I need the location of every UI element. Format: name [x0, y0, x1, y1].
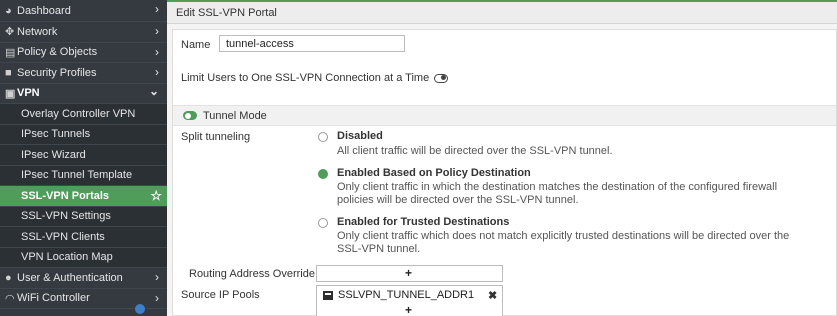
option-trusted-destinations-title: Enabled for Trusted Destinations	[337, 216, 510, 228]
source-ip-pools-field[interactable]: SSLVPN_TUNNEL_ADDR1 ✖ +	[316, 285, 503, 316]
sidebar-item-vpn-location-map[interactable]: VPN Location Map	[0, 247, 167, 268]
sidebar-item-label: Security Profiles	[17, 66, 97, 79]
sidebar-item-ipsec-tunnels[interactable]: IPsec Tunnels	[0, 124, 167, 145]
source-pool-entry: SSLVPN_TUNNEL_ADDR1	[323, 289, 474, 301]
radio-policy-destination[interactable]	[318, 169, 328, 179]
limit-users-row: Limit Users to One SSL-VPN Connection at…	[181, 72, 449, 84]
network-icon: ✥	[5, 26, 15, 39]
routing-address-override-field[interactable]: +	[316, 265, 503, 282]
chevron-right-icon: ›	[155, 2, 159, 16]
sidebar-item-label: VPN	[17, 87, 40, 100]
sidebar-item-ipsec-tunnel-template[interactable]: IPsec Tunnel Template	[0, 165, 167, 186]
split-tunneling-label: Split tunneling	[181, 131, 251, 143]
sidebar-item-label: SSL-VPN Portals	[21, 189, 110, 202]
sidebar-item-label: Dashboard	[17, 4, 71, 17]
option-trusted-destinations-desc: Only client traffic which does not match…	[337, 230, 790, 255]
sidebar-item-label: WiFi Controller	[17, 292, 90, 305]
user-icon: ●	[5, 271, 12, 284]
sidebar-item-ipsec-wizard[interactable]: IPsec Wizard	[0, 145, 167, 166]
option-disabled-desc: All client traffic will be directed over…	[337, 145, 613, 157]
tunnel-mode-toggle[interactable]	[183, 111, 197, 120]
wifi-icon: ◠	[5, 292, 15, 305]
vpn-icon: ▣	[5, 87, 16, 100]
chevron-right-icon: ›	[155, 290, 159, 305]
policy-icon: ▤	[5, 46, 16, 59]
name-label: Name	[181, 39, 211, 51]
sidebar-item-ssl-vpn-settings[interactable]: SSL-VPN Settings	[0, 206, 167, 227]
edit-portal-form: Name Limit Users to One SSL-VPN Connecti…	[172, 29, 837, 316]
chevron-right-icon: ›	[155, 44, 159, 59]
add-icon[interactable]: +	[405, 303, 412, 316]
sidebar-item-label: Overlay Controller VPN	[21, 107, 136, 120]
sidebar-item-label: Network	[17, 25, 58, 38]
sidebar-item-label: IPsec Tunnel Template	[21, 169, 133, 182]
sidebar-item-label: SSL-VPN Settings	[21, 210, 111, 223]
main-content: Edit SSL-VPN Portal Name Limit Users to …	[167, 0, 837, 316]
sidebar-item-user-authentication[interactable]: ● User & Authentication ›	[0, 268, 167, 289]
sidebar-item-security-profiles[interactable]: ■ Security Profiles ›	[0, 63, 167, 84]
dashboard-icon: ◕	[5, 4, 12, 17]
sidebar-item-ssl-vpn-portals[interactable]: SSL-VPN Portals ☆	[0, 186, 167, 207]
option-policy-destination-desc: Only client traffic in which the destina…	[337, 181, 778, 206]
sidebar-item-network[interactable]: ✥ Network ›	[0, 22, 167, 43]
sidebar-item-label: VPN Location Map	[21, 251, 113, 264]
tunnel-mode-section: Tunnel Mode	[173, 105, 836, 126]
chevron-right-icon: ›	[155, 24, 159, 38]
sidebar-item-label: Policy & Objects	[17, 46, 98, 59]
star-icon[interactable]: ☆	[150, 188, 162, 204]
limit-users-label: Limit Users to One SSL-VPN Connection at…	[181, 72, 430, 84]
notification-badge	[135, 303, 145, 314]
name-input[interactable]	[219, 35, 405, 52]
remove-icon[interactable]: ✖	[488, 289, 497, 302]
radio-trusted-destinations[interactable]	[318, 218, 328, 228]
sidebar-item-label: IPsec Tunnels	[21, 128, 91, 141]
lock-icon: ■	[5, 66, 12, 79]
address-object-icon	[323, 290, 333, 300]
option-disabled-title: Disabled	[337, 130, 383, 142]
sidebar-item-ssl-vpn-clients[interactable]: SSL-VPN Clients	[0, 227, 167, 248]
add-icon[interactable]: +	[405, 266, 412, 280]
page-title: Edit SSL-VPN Portal	[167, 0, 837, 24]
routing-address-override-label: Routing Address Override	[189, 268, 315, 280]
sidebar-item-vpn[interactable]: ▣ VPN ⌄	[0, 83, 167, 104]
chevron-down-icon: ⌄	[148, 83, 159, 98]
sidebar-item-overlay-controller-vpn[interactable]: Overlay Controller VPN	[0, 104, 167, 125]
sidebar-item-label: IPsec Wizard	[21, 148, 86, 161]
chevron-right-icon: ›	[155, 270, 159, 284]
sidebar-item-policy-objects[interactable]: ▤ Policy & Objects ›	[0, 43, 167, 63]
sidebar-item-label: SSL-VPN Clients	[21, 230, 105, 243]
sidebar-item-label: User & Authentication	[17, 271, 123, 284]
limit-users-toggle[interactable]	[434, 73, 449, 83]
option-policy-destination-title: Enabled Based on Policy Destination	[337, 167, 531, 179]
sidebar-item-wifi-controller[interactable]: ◠ WiFi Controller ›	[0, 289, 167, 314]
source-pool-name: SSLVPN_TUNNEL_ADDR1	[338, 289, 475, 301]
sidebar: ◕ Dashboard › ✥ Network › ▤ Policy & Obj…	[0, 0, 167, 316]
chevron-right-icon: ›	[155, 65, 159, 79]
radio-disabled[interactable]	[318, 132, 328, 142]
tunnel-mode-label: Tunnel Mode	[203, 109, 267, 122]
source-ip-pools-label: Source IP Pools	[181, 289, 260, 301]
sidebar-item-dashboard[interactable]: ◕ Dashboard ›	[0, 0, 167, 22]
